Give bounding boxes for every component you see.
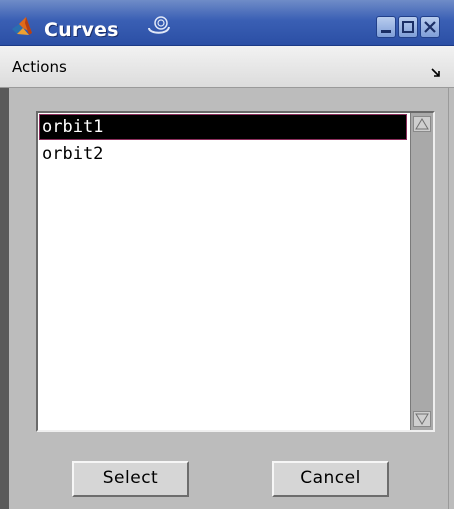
menu-actions[interactable]: Actions [12,58,67,76]
scroll-up-button[interactable] [413,116,431,132]
curves-window: Curves Actions orbit1 orbit2 Select Canc… [0,0,454,509]
maximize-icon [402,21,414,33]
window-edge-left [0,88,9,509]
close-button[interactable] [420,16,440,38]
close-icon [424,21,436,33]
maximize-button[interactable] [398,16,418,38]
arrow-up-icon [415,118,429,130]
select-button[interactable]: Select [72,461,189,497]
scroll-down-button[interactable] [413,411,431,427]
list-item-orbit2[interactable]: orbit2 [40,142,406,166]
arrow-down-icon [415,413,429,425]
dock-arrow-icon[interactable] [431,63,441,77]
minimize-button[interactable] [376,16,396,38]
curves-listbox[interactable]: orbit1 orbit2 [36,111,435,432]
title-bar[interactable]: Curves [0,0,454,46]
menu-bar: Actions [0,46,454,88]
vertical-scrollbar[interactable] [410,113,433,430]
minimize-icon [381,30,391,33]
cancel-button[interactable]: Cancel [272,461,389,497]
matlab-icon[interactable] [10,15,34,37]
list-item-orbit1[interactable]: orbit1 [39,114,407,140]
swirl-icon [146,14,172,38]
window-title: Curves [44,19,119,41]
window-edge-right [448,88,454,509]
